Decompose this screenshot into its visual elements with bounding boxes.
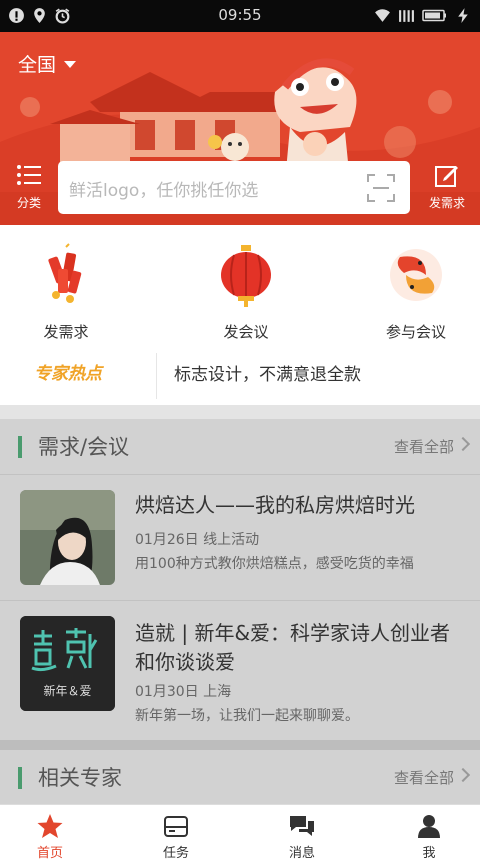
koi-fish-icon: [390, 249, 442, 301]
item-meta: 01月30日 上海: [135, 684, 232, 700]
list-item[interactable]: 烘焙达人——我的私房烘焙时光 01月26日 线上活动 用100种方式教你烘焙糕点…: [0, 474, 480, 600]
demand-section-header: 需求/会议 查看全部: [0, 419, 480, 474]
section-title: 需求/会议: [38, 435, 130, 459]
baking-thumbnail: [20, 490, 115, 585]
hot-headline[interactable]: 标志设计，不满意退全款: [174, 360, 361, 385]
header-banner: 全国 分类 鲜活logo，任你挑任你选 发需求: [0, 32, 480, 225]
tab-label: 消息: [288, 846, 315, 861]
chat-icon: [290, 816, 314, 836]
status-bar: 09:55: [0, 0, 480, 32]
tab-profile[interactable]: 我: [394, 813, 464, 861]
list-icon: [17, 165, 41, 185]
battery-icon: [422, 9, 446, 22]
search-placeholder: 鲜活logo，任你挑任你选: [69, 181, 259, 201]
firecracker-icon: [48, 243, 82, 303]
search-input[interactable]: 鲜活logo，任你挑任你选: [58, 161, 410, 214]
charging-icon: [458, 8, 468, 23]
hot-tag: 专家热点: [34, 364, 102, 384]
chevron-right-icon: [455, 767, 471, 783]
signal-icon: [399, 10, 414, 22]
city-label: 全国: [18, 54, 57, 76]
tab-home[interactable]: 首页: [15, 813, 85, 861]
wifi-icon: [375, 9, 390, 22]
lantern-icon: [221, 245, 271, 307]
scan-icon[interactable]: [367, 174, 395, 202]
publish-demand-button[interactable]: 发需求: [424, 162, 470, 211]
inbox-icon: [164, 816, 188, 837]
item-title: 烘焙达人——我的私房烘焙时光: [135, 493, 415, 517]
bottom-tab-bar: 首页 任务 消息 我: [0, 804, 480, 861]
separator: [0, 740, 480, 750]
action-label: 发会议: [223, 323, 269, 341]
tab-tasks[interactable]: 任务: [141, 813, 211, 861]
category-button[interactable]: 分类: [12, 162, 46, 211]
chevron-right-icon: [455, 436, 471, 452]
action-label: 参与会议: [385, 323, 446, 341]
tab-label: 我: [422, 846, 436, 861]
action-label: 发需求: [43, 323, 89, 341]
list-item[interactable]: 新年＆爱 造就 | 新年&爱：科学家诗人创业者和你谈谈爱 01月30日 上海 新…: [0, 600, 480, 740]
edit-icon: [435, 166, 458, 187]
tab-label: 任务: [162, 846, 189, 861]
user-icon: [418, 815, 440, 838]
separator: [0, 405, 480, 419]
item-desc: 新年第一场，让我们一起来聊聊爱。: [135, 708, 359, 724]
item-meta: 01月26日 线上活动: [135, 532, 260, 548]
action-post-meeting[interactable]: 发会议: [186, 243, 306, 342]
expert-section-header: 相关专家 查看全部: [0, 750, 480, 804]
star-icon: [37, 814, 63, 838]
section-accent-bar: [18, 436, 22, 458]
tab-messages[interactable]: 消息: [267, 813, 337, 861]
tab-label: 首页: [36, 846, 63, 861]
action-post-demand[interactable]: 发需求: [6, 243, 126, 342]
item-desc: 用100种方式教你烘焙糕点，感受吃货的幸福: [135, 556, 414, 572]
item-title: 造就 | 新年&爱：科学家诗人创业者和你谈谈爱: [135, 621, 451, 674]
view-all-link[interactable]: 查看全部: [394, 767, 454, 788]
zaojiu-thumbnail: 新年＆爱: [20, 616, 115, 711]
category-label: 分类: [16, 196, 41, 210]
section-accent-bar: [18, 767, 22, 789]
publish-demand-label: 发需求: [428, 196, 465, 210]
thumb-caption: 新年＆爱: [43, 684, 92, 698]
divider: [156, 353, 157, 399]
section-title: 相关专家: [38, 766, 122, 790]
app-screen: 09:55 全国 分类 鲜活logo，任你挑任你选 发需求 发需求 发会议 参与…: [0, 0, 480, 861]
view-all-link[interactable]: 查看全部: [394, 436, 454, 457]
chevron-down-icon: [64, 61, 77, 68]
expert-hot-bar[interactable]: 专家热点 标志设计，不满意退全款: [0, 345, 480, 405]
city-selector[interactable]: 全国: [18, 50, 77, 77]
quick-actions: 发需求 发会议 参与会议: [0, 225, 480, 345]
action-join-meeting[interactable]: 参与会议: [356, 243, 476, 342]
